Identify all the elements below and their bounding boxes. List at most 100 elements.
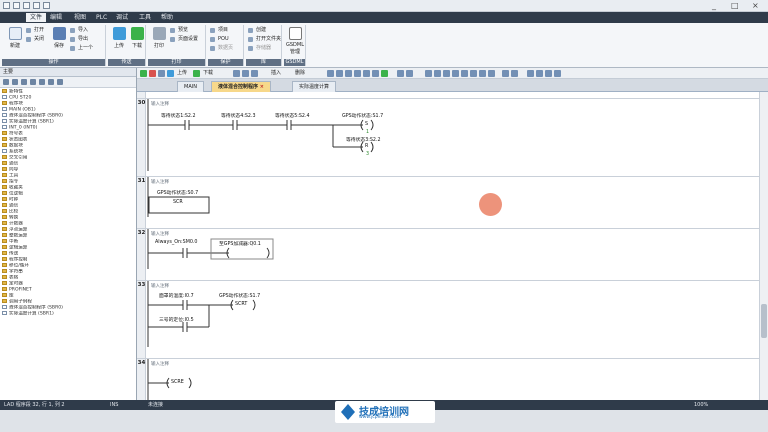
folder-icon <box>2 185 7 189</box>
tree-item[interactable]: 实际温度计算 (SBR1) <box>2 311 136 317</box>
tree-tool-icon[interactable] <box>48 79 54 85</box>
preview-button[interactable]: 预览 <box>170 27 188 34</box>
close-project-button[interactable]: 关闭 <box>26 36 44 43</box>
toolbar-icon[interactable] <box>397 70 404 77</box>
new-icon[interactable] <box>13 2 20 9</box>
toolbar-icon[interactable] <box>354 70 361 77</box>
compile-icon[interactable] <box>158 70 165 77</box>
toolbar-icon[interactable] <box>511 70 518 77</box>
minimize-button[interactable]: _ <box>712 1 716 10</box>
vertical-scrollbar[interactable] <box>759 92 768 400</box>
toolbar-icon[interactable] <box>406 70 413 77</box>
contact-tool-icon[interactable] <box>479 70 486 77</box>
tree-tool-icon[interactable] <box>21 79 27 85</box>
contact-tool-icon[interactable] <box>425 70 432 77</box>
menu-view[interactable]: 视图 <box>70 13 90 22</box>
toolbar-icon[interactable] <box>554 70 561 77</box>
menu-help[interactable]: 帮助 <box>157 13 177 22</box>
network-31[interactable]: 31 输入注释 GPS动作状态:S0.7 SCR <box>137 176 759 224</box>
toolbar-icon[interactable] <box>363 70 370 77</box>
xml-file-icon <box>288 27 302 40</box>
contact-tool-icon[interactable] <box>452 70 459 77</box>
insert-button[interactable]: 插入 <box>271 69 281 78</box>
ladder-editor[interactable]: 30 输入注释 等待状态1:S2.2 等待状态4:S2.3 等待状态5:S2.4… <box>137 92 759 400</box>
tab-mix-control[interactable]: 液体混合控制程序 × <box>211 81 271 92</box>
tree-tool-icon[interactable] <box>57 79 63 85</box>
menu-edit[interactable]: 编辑 <box>46 13 66 22</box>
previous-button[interactable]: 上一个 <box>70 45 93 52</box>
scrollbar-thumb[interactable] <box>761 304 767 338</box>
toolbar-icon[interactable] <box>545 70 552 77</box>
tree-tool-icon[interactable] <box>30 79 36 85</box>
printer-icon <box>152 27 166 40</box>
tree-tool-icon[interactable] <box>39 79 45 85</box>
create-library-button[interactable]: 创建 <box>248 27 266 34</box>
toolbar-icon[interactable] <box>345 70 352 77</box>
tab-main[interactable]: MAIN <box>177 81 204 92</box>
save-button[interactable]: 保存 <box>48 27 70 49</box>
toolbar-icon[interactable] <box>251 70 258 77</box>
run-icon[interactable] <box>140 70 147 77</box>
toolbar-icon[interactable] <box>372 70 379 77</box>
protect-pou-button[interactable]: POU <box>210 36 229 43</box>
protect-project-button[interactable]: 项目 <box>210 27 228 34</box>
open-folder-button[interactable]: 打开文件夹 <box>248 36 281 43</box>
new-button[interactable]: 新建 <box>4 27 26 49</box>
memory-button[interactable]: 存储器 <box>248 45 271 52</box>
tab-temp-calc[interactable]: 实际温度计算 <box>292 81 337 92</box>
import-button[interactable]: 导入 <box>70 27 88 34</box>
toolbar-icon[interactable] <box>242 70 249 77</box>
contact-label: 等待状态5:S2.4 <box>275 114 310 119</box>
contact-tool-icon[interactable] <box>488 70 495 77</box>
gsdml-manage-button[interactable]: GSDML 管理 <box>284 27 306 55</box>
toolbar-icon[interactable] <box>536 70 543 77</box>
contact-label: 面罩的温度:I0.7 <box>159 294 194 299</box>
toolbar-icon[interactable] <box>327 70 334 77</box>
toolbar-icon[interactable] <box>381 70 388 77</box>
maximize-button[interactable]: □ <box>731 1 739 10</box>
toolbar-icon[interactable] <box>502 70 509 77</box>
network-33[interactable]: 33 输入注释 面罩的温度:I0.7 三号的定位:I0.5 GPS动作状态:S1… <box>137 280 759 352</box>
tree-tool-icon[interactable] <box>12 79 18 85</box>
save-icon[interactable] <box>33 2 40 9</box>
download-icon[interactable] <box>193 70 200 77</box>
upload-icon[interactable] <box>167 70 174 77</box>
export-button[interactable]: 导出 <box>70 36 88 43</box>
tree-item-label: 实际温度计算 (SBR1) <box>9 119 54 125</box>
menu-tools[interactable]: 工具 <box>135 13 155 22</box>
network-34[interactable]: 34 输入注释 SCRE <box>137 358 759 400</box>
contact-tool-icon[interactable] <box>461 70 468 77</box>
folder-icon <box>2 155 7 159</box>
contact-tool-icon[interactable] <box>434 70 441 77</box>
open-button[interactable]: 打开 <box>26 27 44 34</box>
menu-file[interactable]: 文件 <box>26 13 47 22</box>
menu-debug[interactable]: 调试 <box>112 13 132 22</box>
ribbon-group-label: 保护 <box>208 59 243 66</box>
download-button[interactable]: 下载 <box>126 27 148 49</box>
toolbar-icon[interactable] <box>336 70 343 77</box>
protect-datapage-button[interactable]: 数据页 <box>210 45 233 52</box>
menu-plc[interactable]: PLC <box>92 13 111 22</box>
page-setup-button[interactable]: 页面设置 <box>170 36 198 43</box>
contact-tool-icon[interactable] <box>470 70 477 77</box>
upload-toolbar-button[interactable]: 上传 <box>177 69 187 78</box>
tree-item-label: 转换 <box>9 215 19 221</box>
toolbar-icon[interactable] <box>527 70 534 77</box>
delete-button[interactable]: 删除 <box>295 69 305 78</box>
tree-item-label: 计数器 <box>9 221 23 227</box>
download-toolbar-button[interactable]: 下载 <box>203 69 213 78</box>
folder-icon <box>2 215 7 219</box>
network-32[interactable]: 32 输入注释 Always_On:SM0.0 至GPS加减器:Q0.1 <box>137 228 759 278</box>
network-30[interactable]: 30 输入注释 等待状态1:S2.2 等待状态4:S2.3 等待状态5:S2.4… <box>137 98 759 171</box>
contact-tool-icon[interactable] <box>443 70 450 77</box>
close-button[interactable]: × <box>752 1 759 10</box>
tab-close-icon[interactable]: × <box>260 84 264 90</box>
stop-icon[interactable] <box>149 70 156 77</box>
zoom-level[interactable]: 100% <box>694 400 708 410</box>
toolbar-icon[interactable] <box>233 70 240 77</box>
contact-label: 等待状态1:S2.2 <box>161 114 196 119</box>
print-icon[interactable] <box>43 2 50 9</box>
tree-tool-icon[interactable] <box>3 79 9 85</box>
open-icon[interactable] <box>23 2 30 9</box>
print-button[interactable]: 打印 <box>148 27 170 49</box>
